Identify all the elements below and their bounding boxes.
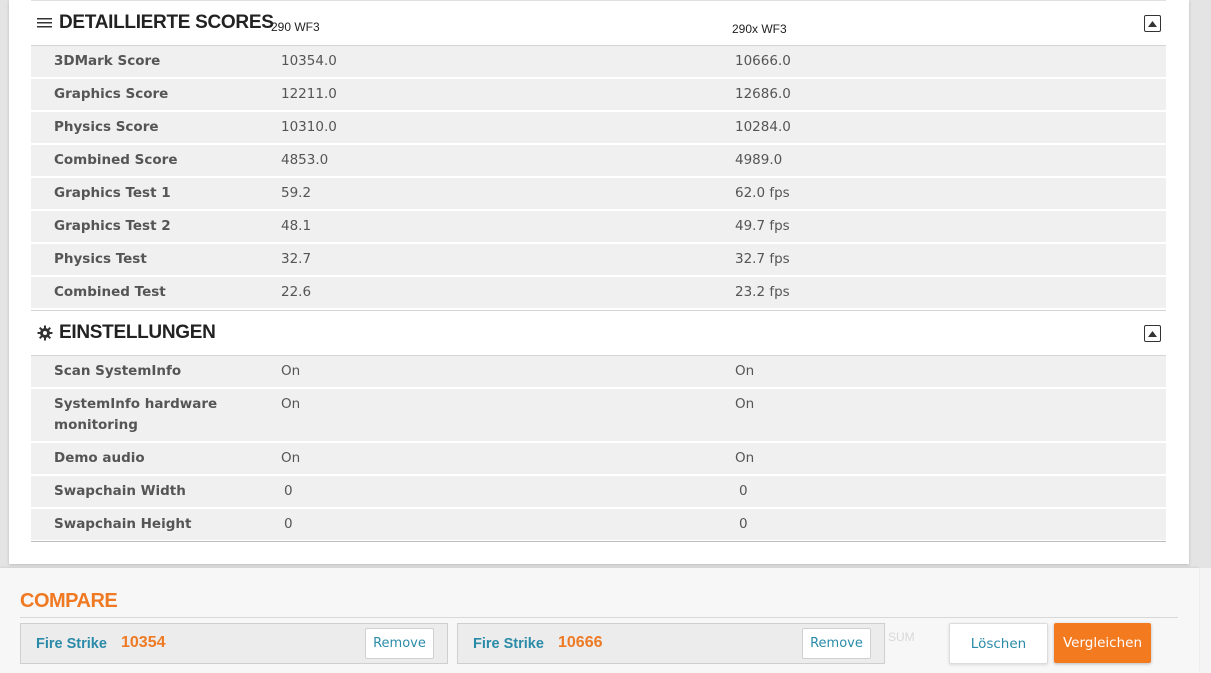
row-value-1: On bbox=[281, 396, 301, 412]
collapse-scores-button[interactable] bbox=[1144, 15, 1161, 32]
row-label: Demo audio bbox=[54, 450, 145, 466]
compare-divider bbox=[20, 617, 1178, 618]
row-label: Physics Score bbox=[54, 119, 159, 135]
row-value-1: 48.1 bbox=[281, 218, 312, 234]
row-value-1: 12211.0 bbox=[281, 86, 337, 102]
row-value-2: On bbox=[735, 396, 755, 412]
chevron-up-icon bbox=[1148, 330, 1157, 337]
compare-slot-1: Fire Strike 10354 Remove bbox=[20, 623, 448, 664]
row-value-1: On bbox=[281, 450, 301, 466]
row-value-1: 4853.0 bbox=[281, 152, 329, 168]
table-row: SystemInfo hardware monitoring On On bbox=[31, 389, 1166, 443]
table-row: Graphics Test 1 59.2 62.0 fps bbox=[31, 178, 1166, 211]
row-value-1: On bbox=[281, 363, 301, 379]
row-value-2: 49.7 fps bbox=[735, 218, 790, 234]
compare-slot-name[interactable]: Fire Strike bbox=[473, 636, 544, 652]
row-value-1: 22.6 bbox=[281, 284, 312, 300]
row-value-2: 0 bbox=[739, 516, 748, 532]
row-value-1: 0 bbox=[284, 516, 293, 532]
table-row: Graphics Score 12211.0 12686.0 bbox=[31, 79, 1166, 112]
column-header-2: 290x WF3 bbox=[732, 22, 787, 36]
table-row: Physics Score 10310.0 10284.0 bbox=[31, 112, 1166, 145]
table-row: Physics Test 32.7 32.7 fps bbox=[31, 244, 1166, 277]
row-label: Combined Score bbox=[54, 152, 178, 168]
row-label: Combined Test bbox=[54, 284, 166, 300]
row-label: Graphics Test 1 bbox=[54, 185, 171, 201]
list-icon bbox=[37, 14, 59, 32]
row-value-2: 10284.0 bbox=[735, 119, 791, 135]
settings-section-header: EINSTELLUNGEN bbox=[31, 310, 1166, 356]
row-label: Scan SystemInfo bbox=[54, 363, 182, 379]
row-value-2: 23.2 fps bbox=[735, 284, 790, 300]
row-label: SystemInfo hardware monitoring bbox=[54, 396, 218, 433]
compare-slot-score: 10666 bbox=[558, 634, 603, 651]
table-row: Combined Test 22.6 23.2 fps bbox=[31, 277, 1166, 310]
row-label: Swapchain Height bbox=[54, 516, 192, 532]
row-value-2: 0 bbox=[739, 483, 748, 499]
row-value-2: 62.0 fps bbox=[735, 185, 790, 201]
row-value-1: 59.2 bbox=[281, 185, 312, 201]
faded-text: SUM bbox=[888, 630, 915, 644]
gear-icon bbox=[37, 324, 59, 342]
table-row: Swapchain Height 0 0 bbox=[31, 509, 1166, 542]
table-row: Demo audio On On bbox=[31, 443, 1166, 476]
compare-slot-name[interactable]: Fire Strike bbox=[36, 636, 107, 652]
collapse-settings-button[interactable] bbox=[1144, 325, 1161, 342]
row-label: Swapchain Width bbox=[54, 483, 186, 499]
row-value-2: On bbox=[735, 363, 755, 379]
compare-button[interactable]: Vergleichen bbox=[1054, 623, 1151, 663]
remove-button[interactable]: Remove bbox=[802, 628, 871, 659]
settings-section-title: EINSTELLUNGEN bbox=[59, 322, 216, 343]
scores-section-title: DETAILLIERTE SCORES bbox=[59, 12, 274, 33]
remove-button[interactable]: Remove bbox=[365, 628, 434, 659]
row-value-2: 4989.0 bbox=[735, 152, 783, 168]
table-row: Combined Score 4853.0 4989.0 bbox=[31, 145, 1166, 178]
row-value-1: 10354.0 bbox=[281, 53, 337, 69]
table-row: 3DMark Score 10354.0 10666.0 bbox=[31, 46, 1166, 79]
chevron-up-icon bbox=[1148, 20, 1157, 27]
table-end-divider bbox=[31, 541, 1166, 542]
row-label: Physics Test bbox=[54, 251, 147, 267]
compare-slot-2: Fire Strike 10666 Remove bbox=[457, 623, 885, 664]
scores-section-header: DETAILLIERTE SCORES bbox=[31, 0, 1166, 46]
compare-slot-score: 10354 bbox=[121, 634, 166, 651]
row-value-2: 32.7 fps bbox=[735, 251, 790, 267]
row-value-2: 10666.0 bbox=[735, 53, 791, 69]
row-value-2: 12686.0 bbox=[735, 86, 791, 102]
compare-title: COMPARE bbox=[20, 590, 118, 612]
clear-button[interactable]: Löschen bbox=[949, 623, 1048, 664]
table-row: Swapchain Width 0 0 bbox=[31, 476, 1166, 509]
table-row: Graphics Test 2 48.1 49.7 fps bbox=[31, 211, 1166, 244]
column-header-1: 290 WF3 bbox=[271, 20, 320, 34]
row-value-1: 10310.0 bbox=[281, 119, 337, 135]
table-row: Scan SystemInfo On On bbox=[31, 356, 1166, 389]
row-label: Graphics Test 2 bbox=[54, 218, 171, 234]
row-value-1: 32.7 bbox=[281, 251, 312, 267]
row-value-1: 0 bbox=[284, 483, 293, 499]
row-label: Graphics Score bbox=[54, 86, 169, 102]
row-label: 3DMark Score bbox=[54, 53, 161, 69]
row-value-2: On bbox=[735, 450, 755, 466]
